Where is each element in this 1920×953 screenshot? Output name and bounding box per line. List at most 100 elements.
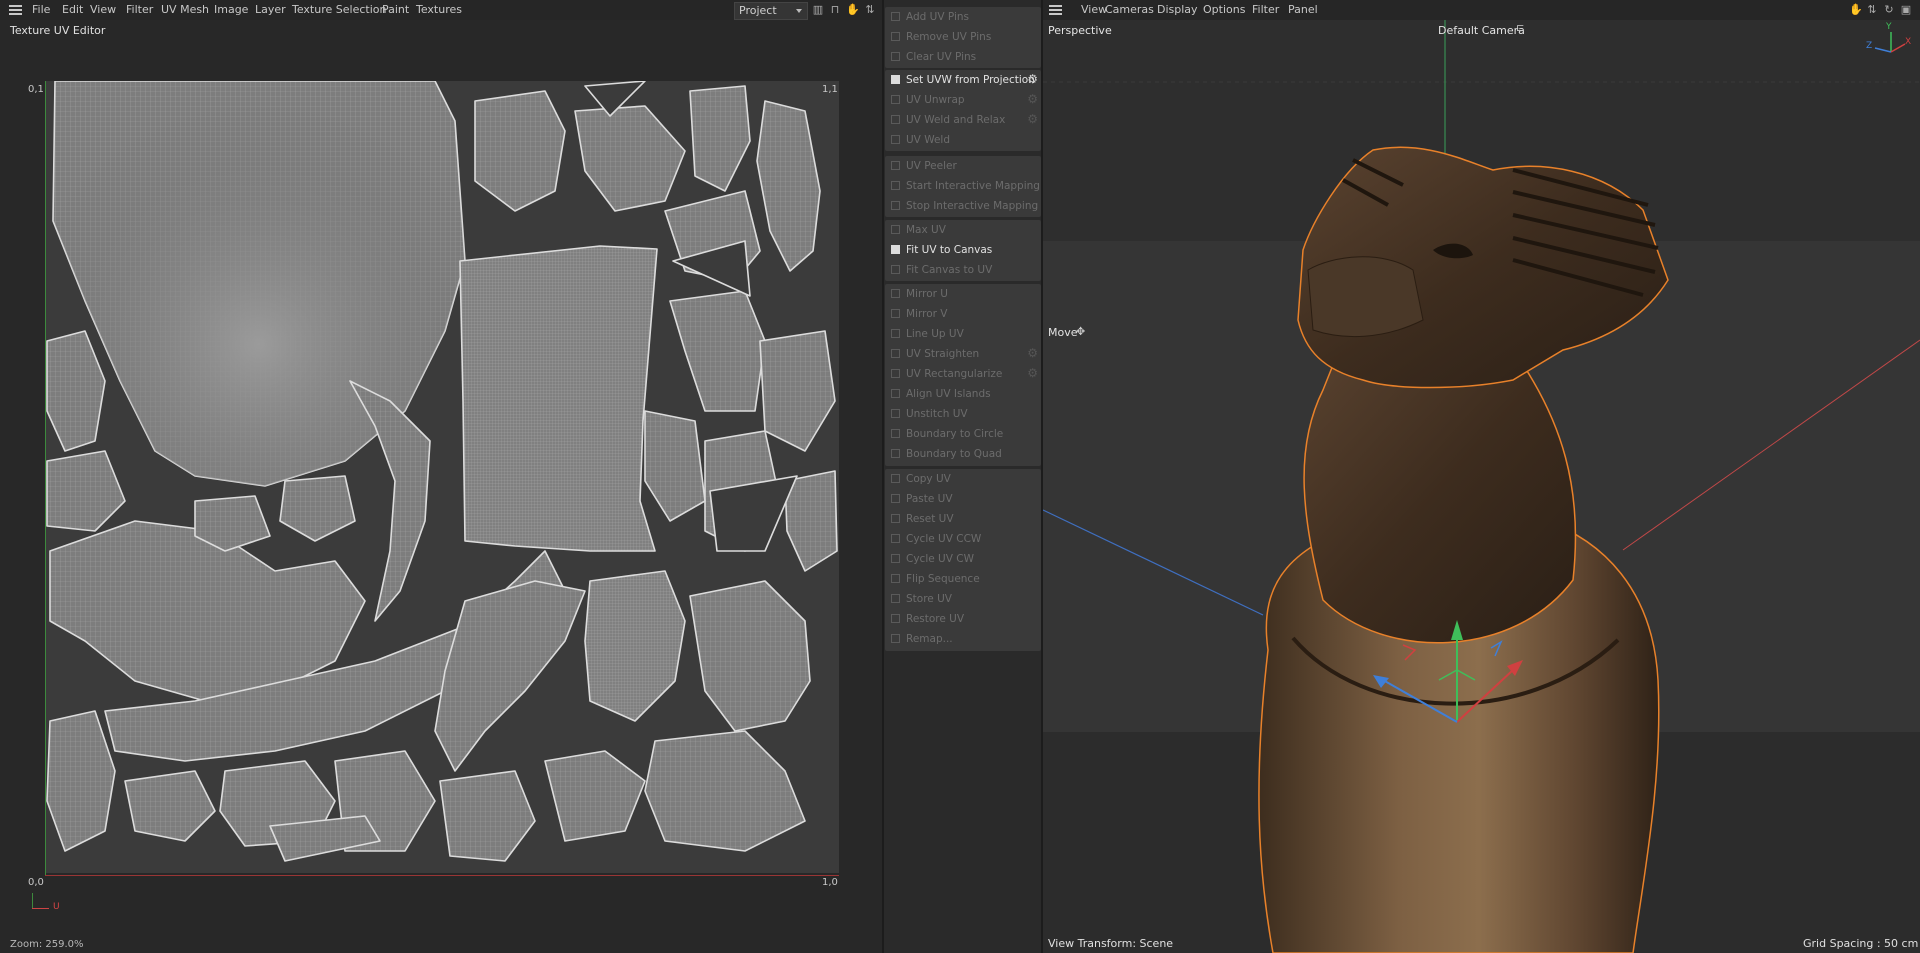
command-label: UV Peeler xyxy=(906,160,957,172)
command-label: UV Straighten xyxy=(906,348,980,360)
camera-icon[interactable]: ⊏ xyxy=(1516,23,1524,34)
reset-uv-icon xyxy=(891,514,900,523)
command-store-uv[interactable]: Store UV xyxy=(885,589,1041,609)
maximize-view-icon[interactable]: ▣ xyxy=(1900,3,1912,16)
uv-editor-title: Texture UV Editor xyxy=(10,24,106,37)
hand-pan-icon[interactable]: ✋ xyxy=(846,3,860,16)
project-dropdown[interactable]: Project xyxy=(734,2,808,20)
unstitch-uv-icon xyxy=(891,409,900,418)
uv-unwrap-icon xyxy=(891,95,900,104)
hamburger-menu-icon[interactable] xyxy=(9,5,22,15)
start-interactive-mapping-icon xyxy=(891,181,900,190)
menu-display[interactable]: Display xyxy=(1157,3,1198,16)
viewport-menubar: View Cameras Display Options Filter Pane… xyxy=(1043,0,1920,20)
command-add-uv-pins[interactable]: Add UV Pins xyxy=(885,7,1041,27)
uv-islands-wireframe xyxy=(46,81,838,862)
command-label: UV Unwrap xyxy=(906,94,965,106)
command-copy-uv[interactable]: Copy UV xyxy=(885,469,1041,489)
command-label: UV Weld xyxy=(906,134,951,146)
axis-y-label: Y xyxy=(1886,22,1892,32)
command-reset-uv[interactable]: Reset UV xyxy=(885,509,1041,529)
rotate-view-icon[interactable]: ↻ xyxy=(1883,3,1895,16)
menu-filter[interactable]: Filter xyxy=(126,3,153,16)
gear-icon[interactable]: ⚙ xyxy=(1027,93,1038,105)
command-flip-sequence[interactable]: Flip Sequence xyxy=(885,569,1041,589)
command-align-uv-islands[interactable]: Align UV Islands xyxy=(885,384,1041,404)
menu-texture-selection[interactable]: Texture Selection xyxy=(292,3,386,16)
view-transform-status: View Transform: Scene xyxy=(1048,937,1174,950)
command-line-up-uv[interactable]: Line Up UV xyxy=(885,324,1041,344)
gear-icon[interactable]: ⚙ xyxy=(1027,367,1038,379)
menu-edit[interactable]: Edit xyxy=(62,3,83,16)
command-mirror-u[interactable]: Mirror U xyxy=(885,284,1041,304)
axis-z-label: Z xyxy=(1866,41,1873,51)
viewport-projection-label[interactable]: Perspective xyxy=(1048,24,1112,37)
command-label: Fit Canvas to UV xyxy=(906,264,993,276)
command-remap[interactable]: Remap... xyxy=(885,629,1041,649)
command-fit-uv-to-canvas[interactable]: Fit UV to Canvas xyxy=(885,240,1041,260)
uv-canvas[interactable] xyxy=(45,81,839,873)
menu-layer[interactable]: Layer xyxy=(255,3,286,16)
hamburger-menu-icon[interactable] xyxy=(1049,5,1062,15)
gear-icon[interactable]: ⚙ xyxy=(1027,73,1038,85)
uv-corner-bottom-left: 0,0 xyxy=(28,877,44,888)
histogram-icon[interactable]: ▥ xyxy=(812,3,824,16)
command-fit-canvas-to-uv[interactable]: Fit Canvas to UV xyxy=(885,260,1041,280)
command-uv-unwrap[interactable]: UV Unwrap ⚙ xyxy=(885,90,1041,110)
paste-uv-icon xyxy=(891,494,900,503)
command-set-uvw-from-projection[interactable]: Set UVW from Projection ⚙ xyxy=(885,70,1041,90)
command-remove-uv-pins[interactable]: Remove UV Pins xyxy=(885,27,1041,47)
gear-icon[interactable]: ⚙ xyxy=(1027,113,1038,125)
lock-icon[interactable]: ⊓ xyxy=(829,3,841,16)
cycle-uv-ccw-icon xyxy=(891,534,900,543)
move-arrows-icon[interactable]: ⇅ xyxy=(864,3,876,16)
menu-cameras[interactable]: Cameras xyxy=(1105,3,1154,16)
menu-textures[interactable]: Textures xyxy=(416,3,462,16)
command-label: Boundary to Quad xyxy=(906,448,1002,460)
uv-u-axis-line xyxy=(45,875,839,876)
command-cycle-uv-ccw[interactable]: Cycle UV CCW xyxy=(885,529,1041,549)
command-boundary-to-quad[interactable]: Boundary to Quad xyxy=(885,444,1041,464)
command-max-uv[interactable]: Max UV xyxy=(885,220,1041,240)
menu-paint[interactable]: Paint xyxy=(382,3,409,16)
hand-pan-icon[interactable]: ✋ xyxy=(1849,3,1863,16)
command-restore-uv[interactable]: Restore UV xyxy=(885,609,1041,629)
move-arrows-icon[interactable]: ⇅ xyxy=(1866,3,1878,16)
stop-interactive-mapping-icon xyxy=(891,201,900,210)
menu-filter[interactable]: Filter xyxy=(1252,3,1279,16)
command-label: Line Up UV xyxy=(906,328,964,340)
uv-v-axis-line xyxy=(45,81,46,876)
remap-icon xyxy=(891,634,900,643)
menu-image[interactable]: Image xyxy=(214,3,248,16)
command-boundary-to-circle[interactable]: Boundary to Circle xyxy=(885,424,1041,444)
command-label: UV Weld and Relax xyxy=(906,114,1006,126)
command-mirror-v[interactable]: Mirror V xyxy=(885,304,1041,324)
command-uv-peeler[interactable]: UV Peeler xyxy=(885,156,1041,176)
command-uv-straighten[interactable]: UV Straighten ⚙ xyxy=(885,344,1041,364)
uv-peeler-icon xyxy=(891,161,900,170)
command-paste-uv[interactable]: Paste UV xyxy=(885,489,1041,509)
max-uv-icon xyxy=(891,225,900,234)
menu-uv-mesh[interactable]: UV Mesh xyxy=(161,3,209,16)
uv-rectangularize-icon xyxy=(891,369,900,378)
viewport-camera-label[interactable]: Default Camera xyxy=(1438,24,1525,37)
command-uv-weld-and-relax[interactable]: UV Weld and Relax ⚙ xyxy=(885,110,1041,130)
gear-icon[interactable]: ⚙ xyxy=(1027,347,1038,359)
mirror-v-icon xyxy=(891,309,900,318)
menu-options[interactable]: Options xyxy=(1203,3,1245,16)
command-stop-interactive-mapping[interactable]: Stop Interactive Mapping xyxy=(885,196,1041,216)
command-start-interactive-mapping[interactable]: Start Interactive Mapping xyxy=(885,176,1041,196)
remove-uv-pins-icon xyxy=(891,32,900,41)
menu-file[interactable]: File xyxy=(32,3,50,16)
align-uv-islands-icon xyxy=(891,389,900,398)
command-label: Add UV Pins xyxy=(906,11,970,23)
menu-view[interactable]: View xyxy=(90,3,116,16)
command-unstitch-uv[interactable]: Unstitch UV xyxy=(885,404,1041,424)
command-uv-rectangularize[interactable]: UV Rectangularize ⚙ xyxy=(885,364,1041,384)
command-cycle-uv-cw[interactable]: Cycle UV CW xyxy=(885,549,1041,569)
command-uv-weld[interactable]: UV Weld xyxy=(885,130,1041,150)
menu-panel[interactable]: Panel xyxy=(1288,3,1318,16)
menu-view[interactable]: View xyxy=(1081,3,1107,16)
fit-canvas-to-uv-icon xyxy=(891,265,900,274)
command-clear-uv-pins[interactable]: Clear UV Pins xyxy=(885,47,1041,67)
